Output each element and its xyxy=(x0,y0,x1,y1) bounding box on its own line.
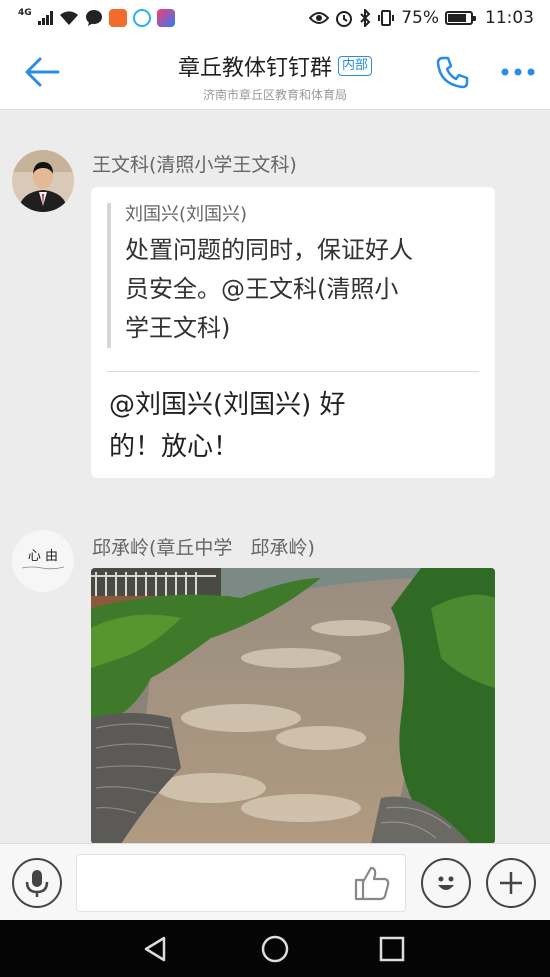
chat-bubble-icon xyxy=(85,10,102,26)
status-right: 75% 11:03 xyxy=(309,8,534,28)
signal-icon xyxy=(37,11,53,25)
avatar[interactable] xyxy=(12,150,74,212)
reply-line: 的！放心！ xyxy=(109,432,240,462)
avatar[interactable]: 心 由 xyxy=(12,530,74,592)
quote-line: 员安全。@王文科(清照小 xyxy=(125,275,399,303)
quoted-message: 刘国兴(刘国兴) 处置问题的同时，保证好人 员安全。@王文科(清照小 学王文科) xyxy=(107,203,479,348)
quote-text: 处置问题的同时，保证好人 员安全。@王文科(清照小 学王文科) xyxy=(125,231,479,348)
sender-name: 王文科(清照小学王文科) xyxy=(92,154,297,176)
message-input-bar xyxy=(0,843,550,920)
app-icon-blue xyxy=(132,9,151,27)
add-attachment-button[interactable] xyxy=(486,858,536,908)
avatar-calligraphy: 心 由 xyxy=(28,549,58,564)
chat-header: 章丘教体钉钉群 内部 济南市章丘区教育和体育局 xyxy=(0,36,550,110)
alarm-icon xyxy=(336,11,353,27)
network-type: 4G xyxy=(18,8,32,18)
eye-icon xyxy=(309,12,330,24)
quote-line: 学王文科) xyxy=(125,314,231,342)
battery-icon xyxy=(445,11,476,25)
bluetooth-icon xyxy=(360,9,371,27)
emoji-button[interactable] xyxy=(421,858,471,908)
wifi-icon xyxy=(59,11,78,25)
voice-button[interactable] xyxy=(12,858,62,908)
quote-divider xyxy=(107,371,479,372)
battery-percent: 75% xyxy=(401,8,439,28)
smiley-icon xyxy=(438,876,454,890)
microphone-icon xyxy=(25,870,49,897)
phone-icon[interactable] xyxy=(434,54,470,90)
quote-author: 刘国兴(刘国兴) xyxy=(125,204,248,225)
app-icon-orange xyxy=(108,9,127,27)
status-left: 4G xyxy=(18,8,175,27)
message-bubble[interactable]: 刘国兴(刘国兴) 处置问题的同时，保证好人 员安全。@王文科(清照小 学王文科)… xyxy=(91,187,495,478)
reply-text: @刘国兴(刘国兴) 好 的！放心！ xyxy=(109,384,425,468)
app-icon-video xyxy=(156,9,175,27)
flood-water-photo[interactable] xyxy=(91,568,495,844)
plus-icon xyxy=(500,872,522,894)
nav-recents-icon[interactable] xyxy=(376,934,408,964)
group-title: 章丘教体钉钉群 xyxy=(177,56,332,81)
nav-back-icon[interactable] xyxy=(140,934,172,964)
clock: 11:03 xyxy=(485,8,534,28)
internal-badge: 内部 xyxy=(338,56,373,76)
vibrate-icon xyxy=(378,10,395,26)
reply-line: @刘国兴(刘国兴) 好 xyxy=(109,390,346,420)
more-options-icon[interactable] xyxy=(500,62,536,82)
sender-name: 邱承岭(章丘中学 邱承岭) xyxy=(92,537,315,559)
android-nav-bar xyxy=(0,920,550,977)
thumbs-up-icon[interactable] xyxy=(352,864,392,902)
quote-line: 处置问题的同时，保证好人 xyxy=(125,236,413,264)
status-bar: 4G 75% 11:03 xyxy=(0,0,550,36)
nav-home-icon[interactable] xyxy=(259,934,291,964)
